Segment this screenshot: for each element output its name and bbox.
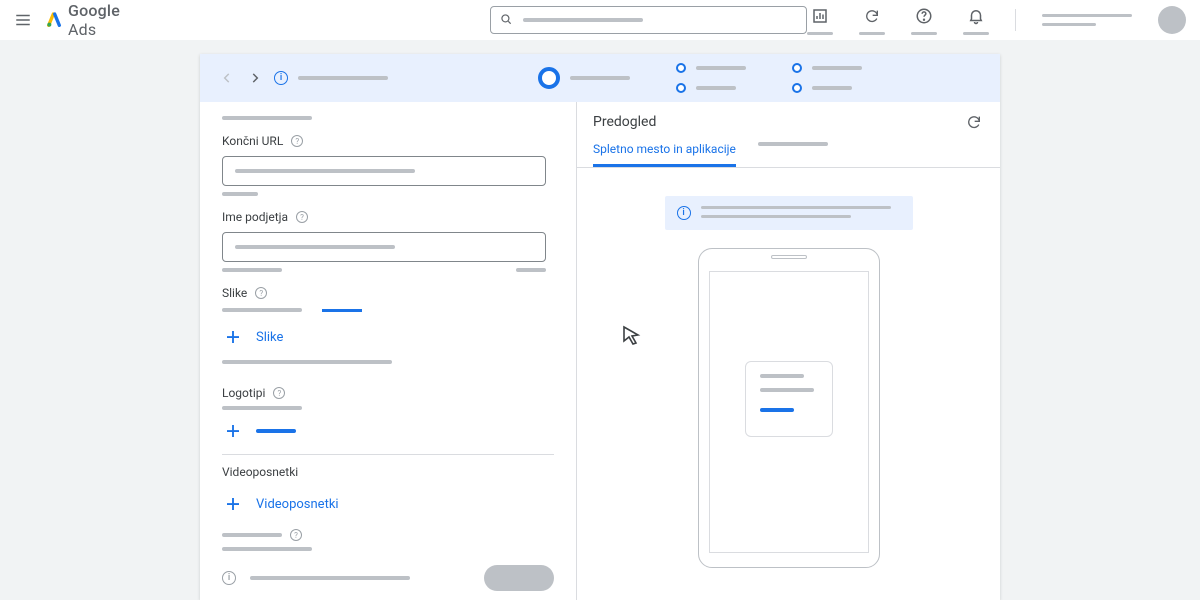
help-icon[interactable] [914,6,934,26]
breadcrumb-text [298,76,388,80]
info-icon[interactable]: i [222,571,236,585]
images-label: Slike ? [222,286,554,300]
device-preview-phone [698,248,880,568]
appbar-actions [807,6,1186,35]
search-placeholder [523,18,643,22]
cursor-icon [620,324,644,348]
preview-tab-web[interactable]: Spletno mesto in aplikacije [593,142,736,167]
icon-caption [911,32,937,35]
preview-tabs: Spletno mesto in aplikacije [577,132,1000,168]
stepper-ribbon: i [200,54,1000,102]
help-icon[interactable]: ? [273,387,285,399]
info-icon[interactable]: i [274,71,288,85]
preview-title: Predogled [593,114,656,130]
step-4-label [812,66,862,70]
phone-speaker [771,255,807,259]
account-switcher[interactable] [1042,14,1132,26]
step-5-label [812,86,852,90]
final-url-input[interactable] [222,156,546,186]
step-5[interactable] [792,83,802,93]
step-2-label [696,66,746,70]
helper-text [222,192,258,196]
avatar[interactable] [1158,6,1186,34]
ad-preview-card [745,361,833,437]
icon-caption [963,32,989,35]
notifications-icon[interactable] [966,6,986,26]
step-3[interactable] [676,83,686,93]
brand-logo: Google Ads [46,1,152,39]
app-bar: Google Ads [0,0,1200,40]
form-column: Končni URL ? Ime podjetja ? [200,102,576,600]
reports-icon[interactable] [810,6,830,26]
videos-label: Videoposnetki [222,465,554,479]
page-body: i Ko [0,40,1200,600]
caption-text [222,360,392,364]
preview-column: Predogled Spletno mesto in aplikacije i [576,102,1000,600]
add-images-button[interactable]: Slike [222,326,554,348]
logos-helper [222,406,302,410]
icon-caption [859,32,885,35]
help-icon[interactable]: ? [290,529,302,541]
help-icon[interactable]: ? [255,287,267,299]
search-input[interactable] [490,6,807,34]
preview-tab-2[interactable] [758,142,828,167]
char-counter [516,268,546,272]
images-subtab-active[interactable] [322,306,362,312]
add-logo-label [256,429,296,433]
business-name-input[interactable] [222,232,546,262]
brand-text: Google Ads [68,1,152,39]
stepper [538,63,862,93]
refresh-preview-icon[interactable] [964,112,984,132]
step-2[interactable] [676,63,686,73]
plus-icon [222,493,244,515]
separator [222,454,554,455]
add-videos-button[interactable]: Videoposnetki [222,493,554,515]
step-3-label [696,86,736,90]
primary-action-button[interactable] [484,565,554,591]
step-1-current[interactable] [538,67,560,89]
divider [1015,9,1016,31]
info-icon: i [677,206,691,220]
step-1-label [570,76,630,80]
plus-icon [222,420,244,442]
final-url-label: Končni URL ? [222,134,554,148]
preview-info-banner: i [665,196,913,230]
forward-button[interactable] [246,69,264,87]
business-name-label: Ime podjetja ? [222,210,554,224]
refresh-icon[interactable] [862,6,882,26]
next-section-label: ? [222,529,554,541]
add-logo-button[interactable] [222,420,554,442]
help-icon[interactable]: ? [291,135,303,147]
plus-icon [222,326,244,348]
footer-caption [250,576,410,580]
search-icon [499,11,513,30]
helper-text [222,268,282,272]
icon-caption [807,32,833,35]
images-subtab[interactable] [222,308,302,312]
editor-panel: i Ko [200,54,1000,600]
ads-logo-icon [46,12,62,28]
section-header [222,116,312,120]
help-icon[interactable]: ? [296,211,308,223]
logos-label: Logotipi ? [222,386,554,400]
menu-icon[interactable] [14,11,32,29]
back-button[interactable] [218,69,236,87]
step-4[interactable] [792,63,802,73]
helper-text [222,547,312,551]
